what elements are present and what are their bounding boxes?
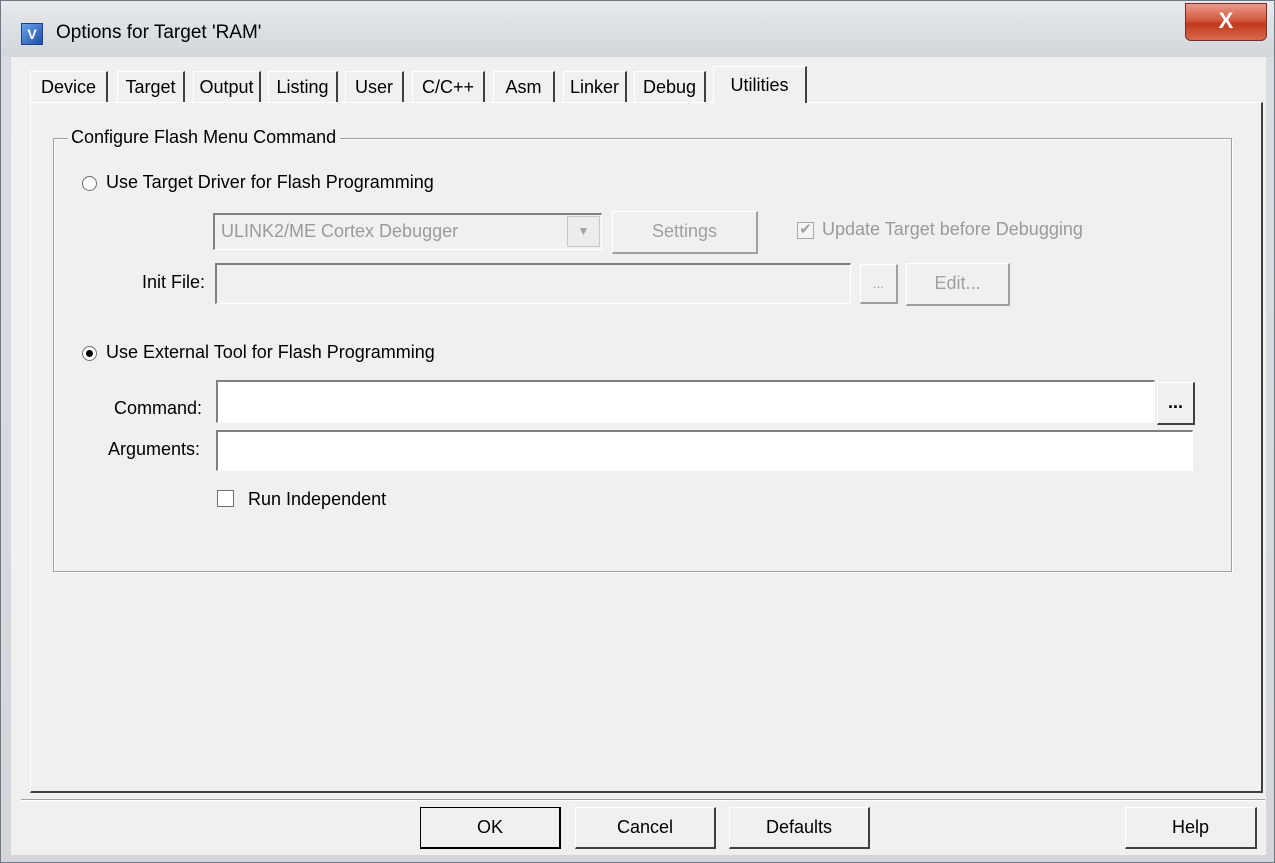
driver-select[interactable]: ULINK2/ME Cortex Debugger ▼ bbox=[213, 213, 602, 250]
update-target-checkbox[interactable]: ✔ bbox=[797, 222, 814, 239]
tab-c-c-[interactable]: C/C++ bbox=[412, 71, 485, 102]
target-driver-radio-label[interactable]: Use Target Driver for Flash Programming bbox=[106, 172, 434, 193]
init-file-label: Init File: bbox=[142, 272, 206, 292]
tab-output[interactable]: Output bbox=[193, 71, 261, 102]
command-input[interactable] bbox=[216, 380, 1155, 423]
tab-asm[interactable]: Asm bbox=[493, 71, 555, 102]
driver-select-value: ULINK2/ME Cortex Debugger bbox=[221, 221, 459, 241]
target-driver-radio[interactable] bbox=[82, 176, 97, 191]
command-browse-button[interactable]: ... bbox=[1157, 382, 1195, 425]
tab-user[interactable]: User bbox=[345, 71, 404, 102]
tab-debug[interactable]: Debug bbox=[634, 71, 706, 102]
defaults-button[interactable]: Defaults bbox=[729, 807, 870, 849]
tab-device[interactable]: Device bbox=[30, 71, 108, 102]
app-logo-icon: V bbox=[21, 23, 43, 45]
run-independent-checkbox[interactable] bbox=[217, 490, 234, 507]
tab-linker[interactable]: Linker bbox=[563, 71, 627, 102]
update-target-label[interactable]: Update Target before Debugging bbox=[822, 219, 1083, 240]
check-icon: ✔ bbox=[799, 221, 812, 238]
edit-button[interactable]: Edit... bbox=[906, 263, 1010, 306]
run-independent-label[interactable]: Run Independent bbox=[248, 489, 386, 510]
init-file-browse-button[interactable]: ... bbox=[860, 264, 898, 304]
tab-utilities[interactable]: Utilities bbox=[713, 66, 807, 103]
radio-selected-dot bbox=[86, 350, 93, 357]
close-button[interactable]: X bbox=[1185, 3, 1267, 41]
ok-button[interactable]: OK bbox=[420, 807, 561, 849]
command-label: Command: bbox=[114, 398, 203, 418]
help-button[interactable]: Help bbox=[1125, 807, 1257, 849]
external-tool-radio-label[interactable]: Use External Tool for Flash Programming bbox=[106, 342, 435, 363]
window-title: Options for Target 'RAM' bbox=[56, 22, 262, 43]
tab-target[interactable]: Target bbox=[117, 71, 185, 102]
groupbox-title: Configure Flash Menu Command bbox=[68, 127, 341, 148]
cancel-button[interactable]: Cancel bbox=[575, 807, 716, 849]
chevron-down-icon[interactable]: ▼ bbox=[567, 216, 600, 247]
footer-divider bbox=[21, 799, 1265, 801]
settings-button[interactable]: Settings bbox=[612, 211, 758, 254]
arguments-label: Arguments: bbox=[108, 439, 201, 459]
title-bar[interactable]: V Options for Target 'RAM' X bbox=[1, 1, 1274, 57]
tab-listing[interactable]: Listing bbox=[268, 71, 338, 102]
external-tool-radio[interactable] bbox=[82, 346, 97, 361]
arguments-input[interactable] bbox=[216, 430, 1193, 471]
init-file-input[interactable] bbox=[215, 263, 851, 304]
